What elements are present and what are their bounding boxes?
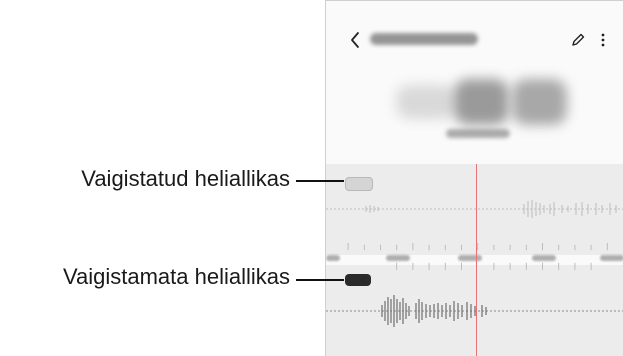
elapsed-time-blurred [396,79,567,129]
unmuted-source-leader-line [296,279,344,281]
chevron-left-icon [351,32,359,48]
app-bar [326,23,623,57]
muted-source-leader-line [296,180,344,182]
voice-recorder-screen [325,0,623,356]
unmuted-source-button[interactable] [345,274,371,286]
unmuted-waveform [326,295,623,327]
back-button[interactable] [344,29,366,51]
more-options-button[interactable] [596,29,610,51]
edit-button[interactable] [567,29,589,51]
recording-title-blurred [370,33,478,45]
muted-waveform [326,200,623,218]
muted-source-callout: Vaigistatud heliallikas [81,166,290,191]
muted-source-button[interactable] [345,177,373,191]
total-time-blurred [446,129,510,138]
timeline-ruler [347,243,608,270]
pencil-icon [572,33,585,46]
unmuted-source-callout: Vaigistamata heliallikas [62,264,290,289]
more-vertical-icon [601,33,605,47]
playhead[interactable] [476,164,477,356]
